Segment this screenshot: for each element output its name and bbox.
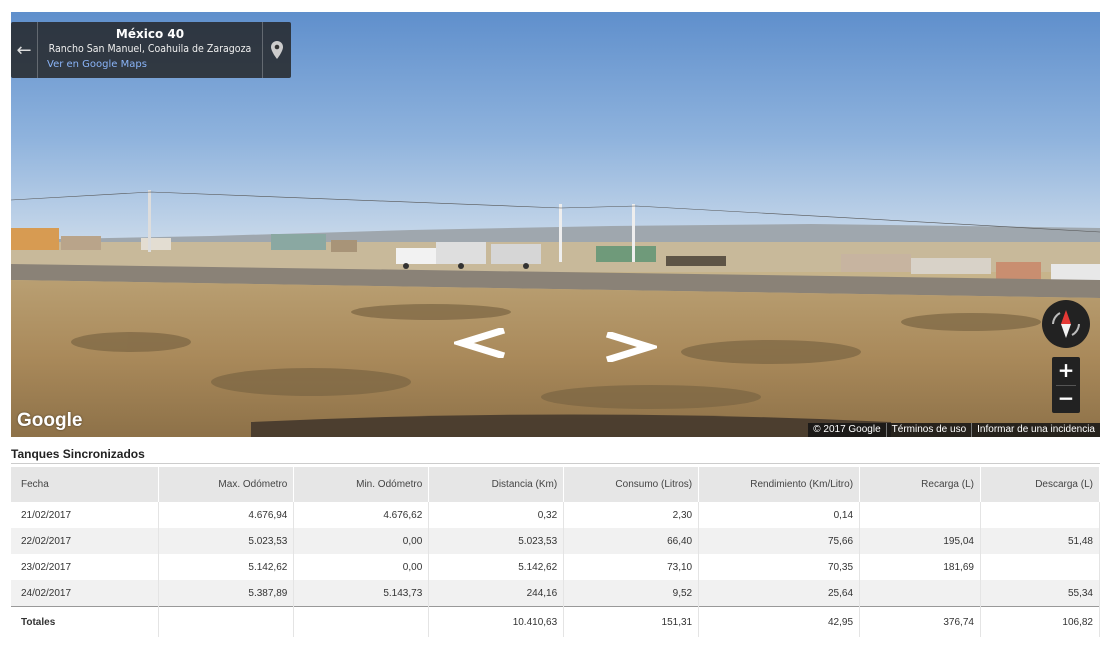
nav-arrow-left[interactable] <box>454 328 510 358</box>
cell-fecha: 22/02/2017 <box>11 528 160 554</box>
nav-arrow-right[interactable] <box>601 332 657 362</box>
cell-consumo: 66,40 <box>563 528 700 554</box>
cell-recarga <box>859 580 981 607</box>
col-header-fecha[interactable]: Fecha <box>11 467 160 502</box>
total-distancia: 10.410,63 <box>428 606 565 637</box>
location-pin-icon[interactable] <box>262 22 291 78</box>
cell-descarga: 55,34 <box>980 580 1101 607</box>
copyright-text: © 2017 Google <box>813 424 881 435</box>
cell-descarga <box>980 554 1101 580</box>
cell-descarga: 51,48 <box>980 528 1101 554</box>
total-rendimiento: 42,95 <box>698 606 861 637</box>
zoom-out-button[interactable]: − <box>1052 385 1080 413</box>
zoom-divider <box>1056 385 1076 386</box>
cell-max-odometro: 5.142,62 <box>158 554 295 580</box>
cell-recarga: 181,69 <box>859 554 981 580</box>
total-consumo: 151,31 <box>563 606 700 637</box>
cell-rendimiento: 25,64 <box>698 580 861 607</box>
section-title: Tanques Sincronizados <box>11 447 145 461</box>
col-header-max-odometro[interactable]: Max. Odómetro <box>158 467 295 502</box>
cell-fecha: 21/02/2017 <box>11 502 160 528</box>
cell-max-odometro: 4.676,94 <box>158 502 295 528</box>
cell-min-odometro: 0,00 <box>293 554 430 580</box>
cell-distancia: 244,16 <box>428 580 565 607</box>
table-row: 24/02/2017 5.387,89 5.143,73 244,16 9,52… <box>11 580 1101 607</box>
zoom-control: + − <box>1052 357 1080 413</box>
col-header-distancia[interactable]: Distancia (Km) <box>428 467 565 502</box>
back-arrow-icon[interactable]: ← <box>11 22 38 78</box>
cell-distancia: 5.023,53 <box>428 528 565 554</box>
cell-min-odometro: 4.676,62 <box>293 502 430 528</box>
total-descarga: 106,82 <box>980 606 1101 637</box>
cell-recarga <box>859 502 981 528</box>
totals-empty <box>293 606 430 637</box>
col-header-recarga[interactable]: Recarga (L) <box>859 467 981 502</box>
zoom-in-button[interactable]: + <box>1052 357 1080 385</box>
google-logo: Google <box>17 410 83 431</box>
cell-fecha: 24/02/2017 <box>11 580 160 607</box>
terms-link[interactable]: Términos de uso <box>885 423 971 437</box>
table-header-row: Fecha Max. Odómetro Min. Odómetro Distan… <box>11 467 1101 502</box>
synced-tanks-table: Fecha Max. Odómetro Min. Odómetro Distan… <box>11 467 1101 637</box>
totals-row: Totales 10.410,63 151,31 42,95 376,74 10… <box>11 606 1101 637</box>
table-row: 23/02/2017 5.142,62 0,00 5.142,62 73,10 … <box>11 554 1101 580</box>
table-row: 21/02/2017 4.676,94 4.676,62 0,32 2,30 0… <box>11 502 1101 528</box>
google-maps-link[interactable]: Ver en Google Maps <box>41 57 259 72</box>
section-divider <box>11 463 1100 464</box>
cell-rendimiento: 75,66 <box>698 528 861 554</box>
report-issue-link[interactable]: Informar de una incidencia <box>971 423 1100 437</box>
cell-distancia: 5.142,62 <box>428 554 565 580</box>
road-name: México 40 <box>115 27 185 41</box>
cell-rendimiento: 0,14 <box>698 502 861 528</box>
attribution-bar: © 2017 Google Términos de uso Informar d… <box>808 423 1100 437</box>
total-recarga: 376,74 <box>859 606 981 637</box>
cell-distancia: 0,32 <box>428 502 565 528</box>
location-info-card: ← México 40 Rancho San Manuel, Coahuila … <box>11 22 291 78</box>
cell-max-odometro: 5.387,89 <box>158 580 295 607</box>
street-view-panorama[interactable]: ← México 40 Rancho San Manuel, Coahuila … <box>11 12 1100 437</box>
col-header-rendimiento[interactable]: Rendimiento (Km/Litro) <box>698 467 861 502</box>
cell-min-odometro: 0,00 <box>293 528 430 554</box>
col-header-consumo[interactable]: Consumo (Litros) <box>563 467 700 502</box>
col-header-min-odometro[interactable]: Min. Odómetro <box>293 467 430 502</box>
table-row: 22/02/2017 5.023,53 0,00 5.023,53 66,40 … <box>11 528 1101 554</box>
compass-icon[interactable] <box>1042 300 1090 348</box>
cell-fecha: 23/02/2017 <box>11 554 160 580</box>
totals-label: Totales <box>11 606 160 637</box>
totals-empty <box>158 606 295 637</box>
col-header-descarga[interactable]: Descarga (L) <box>980 467 1101 502</box>
cell-rendimiento: 70,35 <box>698 554 861 580</box>
cell-consumo: 73,10 <box>563 554 700 580</box>
cell-min-odometro: 5.143,73 <box>293 580 430 607</box>
place-name: Rancho San Manuel, Coahuila de Zaragoza <box>48 43 252 55</box>
cell-recarga: 195,04 <box>859 528 981 554</box>
cell-consumo: 2,30 <box>563 502 700 528</box>
cell-descarga <box>980 502 1101 528</box>
cell-max-odometro: 5.023,53 <box>158 528 295 554</box>
cell-consumo: 9,52 <box>563 580 700 607</box>
